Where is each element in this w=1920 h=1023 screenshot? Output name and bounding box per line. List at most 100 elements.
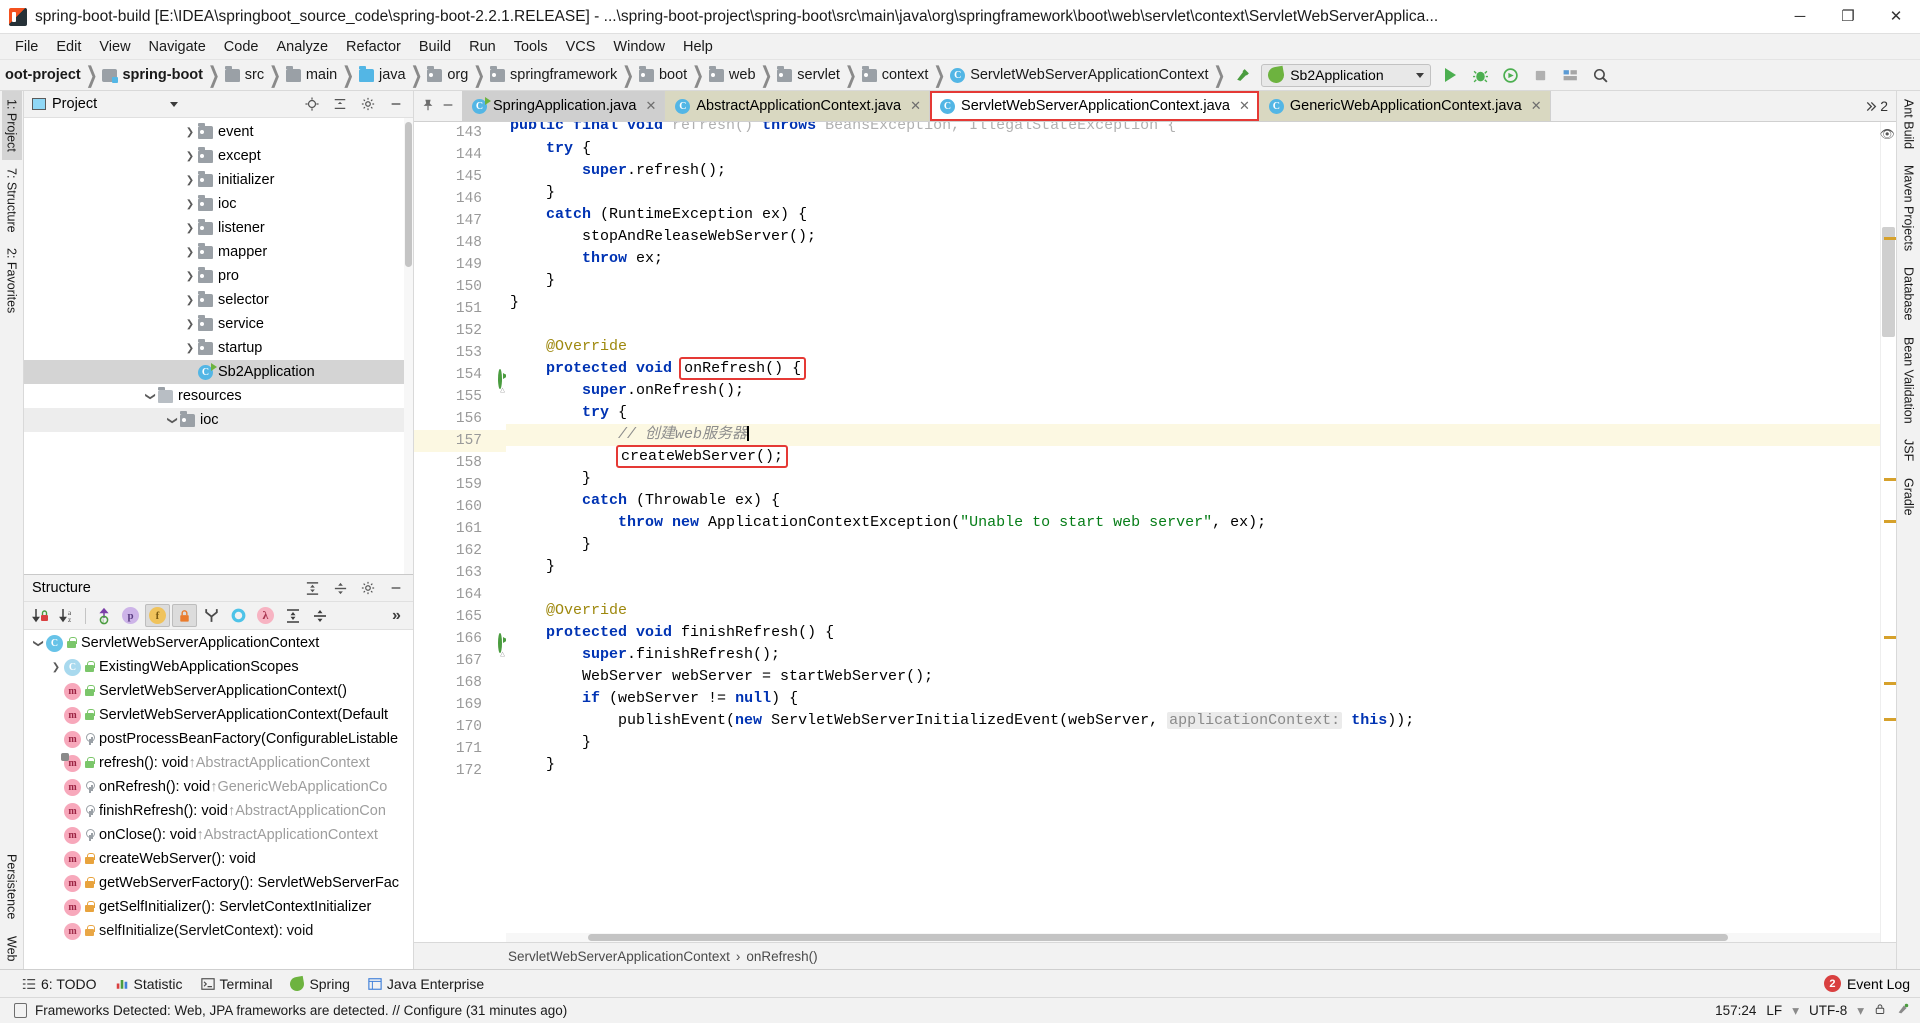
minimize-tabs-icon[interactable] bbox=[441, 98, 455, 115]
tree-item-pro[interactable]: pro bbox=[24, 264, 413, 288]
event-log-label[interactable]: Event Log bbox=[1847, 976, 1910, 992]
editor-tab-springapplication[interactable]: C SpringApplication.java ✕ bbox=[462, 91, 666, 121]
editor-tab-abstractapplicationcontext[interactable]: C AbstractApplicationContext.java ✕ bbox=[665, 91, 931, 121]
chevron-down-icon[interactable]: ▾ bbox=[1792, 1003, 1799, 1019]
menu-file[interactable]: File bbox=[6, 36, 47, 58]
show-inherited-icon[interactable]: i bbox=[91, 604, 116, 627]
line-separator[interactable]: LF bbox=[1766, 1003, 1782, 1018]
menu-run[interactable]: Run bbox=[460, 36, 505, 58]
project-tree-scrollbar[interactable] bbox=[404, 118, 413, 574]
rail-item-favorites[interactable]: 2: Favorites bbox=[2, 240, 22, 321]
gear-icon[interactable] bbox=[357, 578, 379, 598]
breadcrumb-method[interactable]: onRefresh() bbox=[746, 949, 817, 964]
breadcrumb-item-java[interactable]: java bbox=[356, 65, 409, 85]
structure-item-selfinitialize[interactable]: m selfInitialize(ServletContext): void bbox=[24, 919, 413, 943]
run-gutter-icon[interactable]: ↑ bbox=[488, 368, 510, 389]
expand-arrow-icon[interactable] bbox=[48, 661, 64, 673]
collapse-all-icon[interactable] bbox=[329, 94, 351, 114]
structure-item-getwebserverfactory[interactable]: m getWebServerFactory(): ServletWebServe… bbox=[24, 871, 413, 895]
tree-item-event[interactable]: event bbox=[24, 120, 413, 144]
code-text[interactable]: public final void refresh() throws Beans… bbox=[506, 122, 1880, 942]
run-button[interactable] bbox=[1435, 62, 1465, 88]
menu-analyze[interactable]: Analyze bbox=[267, 36, 337, 58]
search-everywhere-button[interactable] bbox=[1585, 62, 1615, 88]
collapse-arrow-icon[interactable] bbox=[30, 637, 46, 649]
status-message[interactable]: Frameworks Detected: Web, JPA frameworks… bbox=[35, 1003, 567, 1018]
tab-overflow-button[interactable]: 2 bbox=[1864, 98, 1888, 114]
rail-item-jsf[interactable]: JSF bbox=[1899, 431, 1919, 469]
close-icon[interactable]: ✕ bbox=[645, 98, 656, 114]
tree-item-ioc[interactable]: ioc bbox=[24, 192, 413, 216]
tree-item-selector[interactable]: selector bbox=[24, 288, 413, 312]
locate-icon[interactable] bbox=[301, 94, 323, 114]
bottom-item-java-enterprise[interactable]: Java Enterprise bbox=[368, 976, 484, 992]
structure-item-ctor-1[interactable]: m ServletWebServerApplicationContext() bbox=[24, 679, 413, 703]
tree-item-except[interactable]: except bbox=[24, 144, 413, 168]
close-icon[interactable]: ✕ bbox=[1531, 98, 1542, 114]
collapse-all-icon[interactable] bbox=[307, 604, 332, 627]
menu-navigate[interactable]: Navigate bbox=[140, 36, 215, 58]
tree-item-listener[interactable]: listener bbox=[24, 216, 413, 240]
breadcrumb-item-project[interactable]: oot-project bbox=[2, 65, 84, 85]
tree-item-initializer[interactable]: initializer bbox=[24, 168, 413, 192]
menu-build[interactable]: Build bbox=[410, 36, 460, 58]
tree-item-ioc-resources[interactable]: ioc bbox=[24, 408, 413, 432]
structure-item-ctor-2[interactable]: m ServletWebServerApplicationContext(Def… bbox=[24, 703, 413, 727]
expand-arrow-icon[interactable] bbox=[182, 222, 198, 234]
stop-button[interactable] bbox=[1525, 62, 1555, 88]
rail-item-ant-build[interactable]: Ant Build bbox=[1899, 91, 1919, 157]
structure-item-createwebserver[interactable]: m createWebServer(): void bbox=[24, 847, 413, 871]
gear-icon[interactable] bbox=[357, 94, 379, 114]
editor-horizontal-scrollbar[interactable] bbox=[506, 933, 1880, 942]
structure-item-existing-scopes[interactable]: C ExistingWebApplicationScopes bbox=[24, 655, 413, 679]
minimize-button[interactable]: ─ bbox=[1776, 0, 1824, 33]
show-lambdas-icon[interactable]: λ bbox=[253, 604, 278, 627]
inspection-level-icon[interactable] bbox=[1896, 1002, 1910, 1019]
maximize-button[interactable]: ❐ bbox=[1824, 0, 1872, 33]
more-options-icon[interactable]: » bbox=[384, 604, 409, 627]
notification-icon[interactable] bbox=[14, 1003, 27, 1018]
expand-arrow-icon[interactable] bbox=[182, 126, 198, 138]
hide-panel-icon[interactable] bbox=[385, 94, 407, 114]
rail-item-structure[interactable]: 7: Structure bbox=[2, 160, 22, 241]
chevron-down-icon[interactable] bbox=[169, 101, 178, 107]
make-project-button[interactable] bbox=[1227, 62, 1257, 88]
pin-tab-icon[interactable] bbox=[421, 98, 435, 115]
editor-tab-servletwebserverapplicationcontext[interactable]: C ServletWebServerApplicationContext.jav… bbox=[930, 91, 1259, 121]
menu-refactor[interactable]: Refactor bbox=[337, 36, 410, 58]
breadcrumb-item-boot[interactable]: boot bbox=[636, 65, 690, 85]
tree-item-mapper[interactable]: mapper bbox=[24, 240, 413, 264]
breadcrumb-item-module[interactable]: spring-boot bbox=[99, 65, 206, 85]
bottom-item-todo[interactable]: 6: TODO bbox=[22, 976, 97, 992]
error-stripe-panel[interactable]: 👁 bbox=[1880, 122, 1896, 942]
project-tree[interactable]: event except initializer ioc listener ma… bbox=[24, 118, 413, 574]
editor-gutter[interactable]: 143 144 145 146 147 148 149 150 151 152 … bbox=[414, 122, 510, 942]
structure-item-class[interactable]: C ServletWebServerApplicationContext bbox=[24, 631, 413, 655]
breadcrumb-item-web[interactable]: web bbox=[706, 65, 759, 85]
menu-window[interactable]: Window bbox=[604, 36, 674, 58]
expand-arrow-icon[interactable] bbox=[182, 294, 198, 306]
collapse-all-icon[interactable] bbox=[329, 578, 351, 598]
rail-item-web[interactable]: Web bbox=[2, 928, 22, 969]
tree-item-resources[interactable]: resources bbox=[24, 384, 413, 408]
expand-arrow-icon[interactable] bbox=[182, 246, 198, 258]
expand-arrow-icon[interactable] bbox=[182, 318, 198, 330]
expand-arrow-icon[interactable] bbox=[182, 198, 198, 210]
menu-help[interactable]: Help bbox=[674, 36, 722, 58]
breadcrumb-item-src[interactable]: src bbox=[222, 65, 267, 85]
bottom-item-terminal[interactable]: Terminal bbox=[200, 976, 272, 992]
rail-item-maven-projects[interactable]: Maven Projects bbox=[1899, 157, 1919, 259]
structure-item-onrefresh[interactable]: m onRefresh(): void ↑GenericWebApplicati… bbox=[24, 775, 413, 799]
bottom-item-statistic[interactable]: Statistic bbox=[115, 976, 183, 992]
rail-item-project[interactable]: 1: Project bbox=[1, 91, 22, 160]
code-editor[interactable]: 143 144 145 146 147 148 149 150 151 152 … bbox=[414, 122, 1896, 942]
structure-item-getselfinitializer[interactable]: m getSelfInitializer(): ServletContextIn… bbox=[24, 895, 413, 919]
close-button[interactable]: ✕ bbox=[1872, 0, 1920, 33]
breadcrumb-class[interactable]: ServletWebServerApplicationContext bbox=[508, 949, 730, 964]
chevron-down-icon[interactable]: ▾ bbox=[1857, 1003, 1864, 1019]
sort-by-visibility-icon[interactable] bbox=[28, 604, 53, 627]
structure-item-onclose[interactable]: m onClose(): void ↑AbstractApplicationCo… bbox=[24, 823, 413, 847]
breadcrumb-item-springframework[interactable]: springframework bbox=[487, 65, 620, 85]
event-log-area[interactable]: 2 Event Log bbox=[1823, 975, 1920, 992]
menu-tools[interactable]: Tools bbox=[505, 36, 557, 58]
